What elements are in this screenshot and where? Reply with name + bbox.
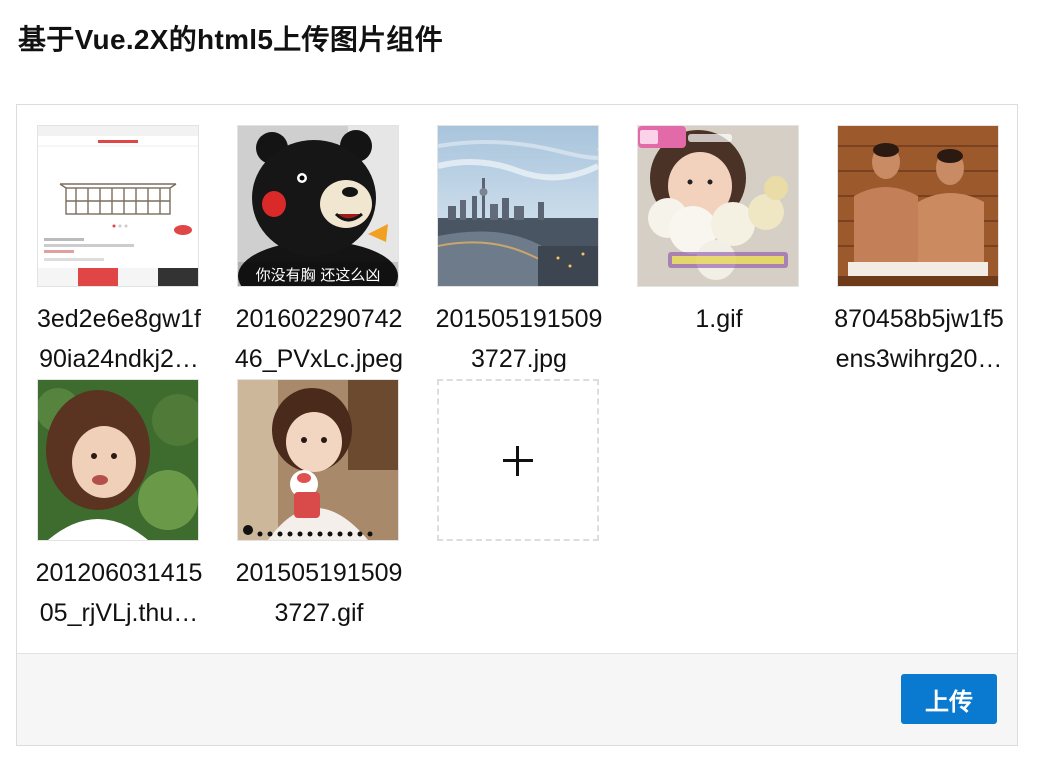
file-thumbnail[interactable] [837, 125, 999, 287]
file-thumbnail[interactable] [237, 379, 399, 541]
file-name-line: 1.gif [695, 305, 743, 333]
file-thumbnail[interactable] [437, 125, 599, 287]
file-thumbnail[interactable] [637, 125, 799, 287]
girl-portrait-image [38, 380, 198, 540]
bear-mascot-image: 你没有胸 还这么凶 [238, 126, 398, 286]
file-thumbnail[interactable]: 你没有胸 还这么凶 [237, 125, 399, 287]
child-drinking-image [238, 380, 398, 540]
add-image-button[interactable] [437, 379, 599, 541]
file-name-line: 201206031415 [35, 559, 203, 587]
file-thumbnail[interactable] [37, 125, 199, 287]
file-name-line: 3ed2e6e8gw1f [36, 305, 202, 333]
file-name: 3ed2e6e8gw1f 90ia24ndkj2… [21, 299, 217, 379]
file-thumbnail[interactable] [37, 379, 199, 541]
two-men-sauna-image [838, 126, 998, 286]
file-name-line: 870458b5jw1f5 [834, 305, 1004, 333]
file-name-line: ens3wihrg20… [835, 345, 1003, 373]
file-name: 870458b5jw1f5 ens3wihrg20… [821, 299, 1017, 379]
file-name-line: 3727.gif [274, 599, 364, 627]
file-name-line: 90ia24ndkj2… [39, 345, 199, 373]
file-name-line: 201505191509 [235, 559, 403, 587]
file-name-line: 46_PVxLc.jpeg [234, 345, 404, 373]
city-skyline-image [438, 126, 598, 286]
file-grid: 3ed2e6e8gw1f 90ia24ndkj2… 你没有胸 还这么凶 2016… [17, 105, 1017, 655]
file-name-line: 201505191509 [435, 305, 603, 333]
upload-button[interactable]: 上传 [901, 674, 997, 724]
file-name: 201206031415 05_rjVLj.thu… [21, 553, 217, 633]
image-uploader: 3ed2e6e8gw1f 90ia24ndkj2… 你没有胸 还这么凶 2016… [16, 104, 1018, 746]
page-title: 基于Vue.2X的html5上传图片组件 [18, 24, 444, 55]
product-screenshot-image [38, 126, 198, 286]
file-name: 201505191509 3727.jpg [421, 299, 617, 379]
uploader-footer: 上传 [17, 653, 1017, 745]
file-name: 201602290742 46_PVxLc.jpeg [221, 299, 417, 379]
file-name: 201505191509 3727.gif [221, 553, 417, 633]
file-name-line: 3727.jpg [471, 345, 567, 373]
file-name-line: 05_rjVLj.thu… [39, 599, 199, 627]
thumbnail-caption: 你没有胸 还这么凶 [256, 266, 381, 284]
plus-icon [516, 446, 519, 476]
file-name-line: 201602290742 [235, 305, 403, 333]
girl-with-plush-image [638, 126, 798, 286]
file-name: 1.gif [621, 299, 817, 339]
